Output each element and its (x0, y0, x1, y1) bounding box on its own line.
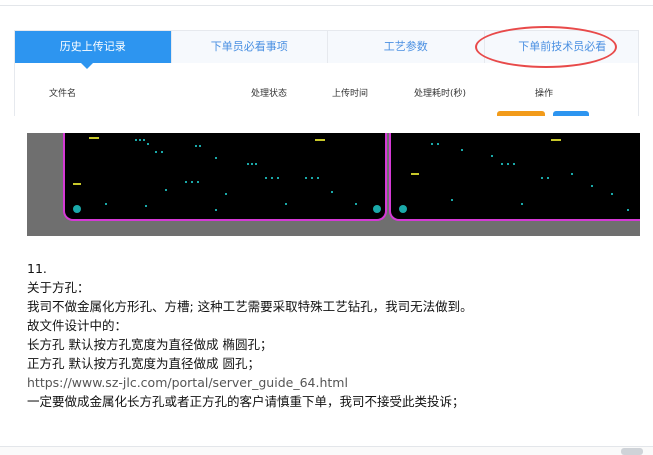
pcb-pads-left (73, 137, 381, 213)
note-text: 故文件设计中的： (27, 318, 128, 333)
technical-notes: 11. 关于方孔： 我司不做金属化方形孔、方槽; 这种工艺需要采取特殊工艺钻孔，… (27, 259, 627, 411)
note-text: 我司不做金属化方形孔、方槽; 这种工艺需要采取特殊工艺钻孔，我司无法做到。 (27, 299, 473, 314)
pcb-pads-right (399, 139, 629, 213)
col-actions: 操作 (535, 89, 554, 99)
guide-link[interactable]: https://www.sz-jlc.com/portal/server_gui… (27, 373, 627, 392)
note-heading: 关于方孔： (27, 280, 90, 295)
pcb-board-right (389, 133, 640, 221)
table-header: 文件名 处理状态 上传时间 处理耗时(秒) 操作 (15, 83, 638, 99)
upload-panel: 历史上传记录 下单员必看事项 工艺参数 下单前技术员必看 文件名 处理状态 上传… (14, 30, 639, 116)
tab-process-params[interactable]: 工艺参数 (328, 31, 485, 63)
col-filename: 文件名 (49, 89, 77, 99)
pcb-preview-image (27, 133, 640, 236)
note-number: 11. (27, 261, 47, 276)
note-text: 长方孔 默认按方孔宽度为直径做成 椭圆孔； (27, 337, 273, 352)
top-toolbar-edge (0, 0, 653, 6)
scrollbar-thumb[interactable] (621, 448, 643, 455)
col-duration: 处理耗时(秒) (414, 89, 467, 99)
bottom-scrollbar-track[interactable] (0, 446, 653, 455)
tab-technician-notes[interactable]: 下单前技术员必看 (484, 31, 638, 63)
tab-upload-history[interactable]: 历史上传记录 (15, 31, 172, 69)
tab-bar: 历史上传记录 下单员必看事项 工艺参数 下单前技术员必看 (15, 31, 638, 69)
col-status: 处理状态 (251, 89, 288, 99)
tab-order-notes[interactable]: 下单员必看事项 (171, 31, 328, 63)
col-upload-time: 上传时间 (332, 89, 369, 99)
pcb-board-left (63, 133, 387, 221)
note-text: 正方孔 默认按方孔宽度为直径做成 圆孔； (27, 356, 260, 371)
action-button-orange[interactable] (497, 111, 545, 116)
action-button-blue[interactable] (553, 111, 589, 116)
note-text: 一定要做成金属化长方孔或者正方孔的客户请慎重下单，我司不接受此类投诉； (27, 394, 465, 409)
